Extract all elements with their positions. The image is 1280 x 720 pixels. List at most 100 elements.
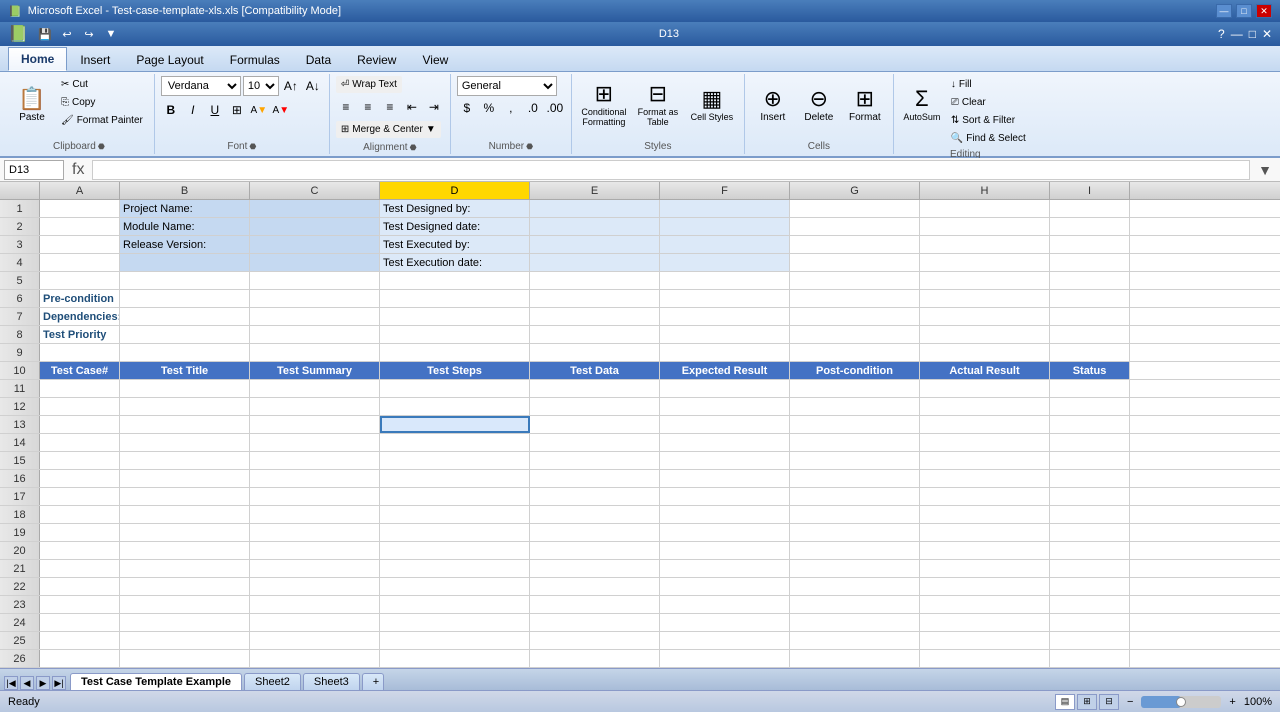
cell-22-G[interactable] xyxy=(790,578,920,595)
percent-button[interactable]: % xyxy=(479,98,499,118)
cell-4-C[interactable] xyxy=(250,254,380,271)
cell-11-F[interactable] xyxy=(660,380,790,397)
row-number[interactable]: 9 xyxy=(0,344,40,361)
add-sheet-button[interactable]: + xyxy=(362,673,384,690)
cell-19-D[interactable] xyxy=(380,524,530,541)
cell-13-H[interactable] xyxy=(920,416,1050,433)
cell-2-B[interactable]: Module Name: xyxy=(120,218,250,235)
cell-1-H[interactable] xyxy=(920,200,1050,217)
cell-26-C[interactable] xyxy=(250,650,380,667)
cell-19-I[interactable] xyxy=(1050,524,1130,541)
cell-1-C[interactable] xyxy=(250,200,380,217)
cell-25-I[interactable] xyxy=(1050,632,1130,649)
cell-8-E[interactable] xyxy=(530,326,660,343)
cell-10-F[interactable]: Expected Result xyxy=(660,362,790,379)
cell-18-B[interactable] xyxy=(120,506,250,523)
cell-14-B[interactable] xyxy=(120,434,250,451)
cell-17-C[interactable] xyxy=(250,488,380,505)
ribbon-restore-icon[interactable]: □ xyxy=(1249,27,1256,41)
row-number[interactable]: 24 xyxy=(0,614,40,631)
cell-21-G[interactable] xyxy=(790,560,920,577)
cell-22-H[interactable] xyxy=(920,578,1050,595)
row-number[interactable]: 10 xyxy=(0,362,40,379)
cell-6-I[interactable] xyxy=(1050,290,1130,307)
cell-11-C[interactable] xyxy=(250,380,380,397)
cell-6-D[interactable] xyxy=(380,290,530,307)
cell-8-B[interactable] xyxy=(120,326,250,343)
cell-5-E[interactable] xyxy=(530,272,660,289)
cell-9-I[interactable] xyxy=(1050,344,1130,361)
row-number[interactable]: 21 xyxy=(0,560,40,577)
tab-insert[interactable]: Insert xyxy=(67,48,123,71)
cell-20-F[interactable] xyxy=(660,542,790,559)
cell-4-I[interactable] xyxy=(1050,254,1130,271)
sort-filter-button[interactable]: ⇅ Sort & Filter xyxy=(946,112,1031,129)
cell-8-F[interactable] xyxy=(660,326,790,343)
row-number[interactable]: 13 xyxy=(0,416,40,433)
decrease-font-button[interactable]: A↓ xyxy=(303,76,323,96)
cell-15-B[interactable] xyxy=(120,452,250,469)
cell-22-E[interactable] xyxy=(530,578,660,595)
cell-3-F[interactable] xyxy=(660,236,790,253)
number-format-select[interactable]: General xyxy=(457,76,557,96)
tab-data[interactable]: Data xyxy=(293,48,344,71)
cell-15-D[interactable] xyxy=(380,452,530,469)
cell-19-C[interactable] xyxy=(250,524,380,541)
cell-10-D[interactable]: Test Steps xyxy=(380,362,530,379)
cell-4-D[interactable]: Test Execution date: xyxy=(380,254,530,271)
cell-6-B[interactable] xyxy=(120,290,250,307)
ribbon-close-icon[interactable]: ✕ xyxy=(1262,27,1272,41)
cell-6-F[interactable] xyxy=(660,290,790,307)
row-number[interactable]: 15 xyxy=(0,452,40,469)
cell-25-G[interactable] xyxy=(790,632,920,649)
last-sheet-button[interactable]: ▶| xyxy=(52,676,66,690)
cell-2-C[interactable] xyxy=(250,218,380,235)
cell-2-F[interactable] xyxy=(660,218,790,235)
cell-7-G[interactable] xyxy=(790,308,920,325)
tab-view[interactable]: View xyxy=(409,48,461,71)
cell-2-E[interactable] xyxy=(530,218,660,235)
cell-12-D[interactable] xyxy=(380,398,530,415)
cell-25-B[interactable] xyxy=(120,632,250,649)
cell-25-C[interactable] xyxy=(250,632,380,649)
tab-formulas[interactable]: Formulas xyxy=(217,48,293,71)
cell-19-H[interactable] xyxy=(920,524,1050,541)
cell-20-I[interactable] xyxy=(1050,542,1130,559)
cell-13-F[interactable] xyxy=(660,416,790,433)
cell-12-B[interactable] xyxy=(120,398,250,415)
first-sheet-button[interactable]: |◀ xyxy=(4,676,18,690)
cell-17-H[interactable] xyxy=(920,488,1050,505)
cell-17-G[interactable] xyxy=(790,488,920,505)
cell-12-A[interactable] xyxy=(40,398,120,415)
cell-2-D[interactable]: Test Designed date: xyxy=(380,218,530,235)
minimize-button[interactable]: — xyxy=(1216,4,1232,18)
cell-8-D[interactable] xyxy=(380,326,530,343)
cell-24-E[interactable] xyxy=(530,614,660,631)
font-expand-icon[interactable]: ⬣ xyxy=(249,142,256,151)
cell-10-A[interactable]: Test Case# xyxy=(40,362,120,379)
cell-24-G[interactable] xyxy=(790,614,920,631)
row-number[interactable]: 18 xyxy=(0,506,40,523)
underline-button[interactable]: U xyxy=(205,100,225,120)
delete-button[interactable]: ⊖ Delete xyxy=(797,76,841,134)
cell-7-B[interactable] xyxy=(120,308,250,325)
cell-20-C[interactable] xyxy=(250,542,380,559)
cell-14-E[interactable] xyxy=(530,434,660,451)
row-number[interactable]: 3 xyxy=(0,236,40,253)
row-number[interactable]: 22 xyxy=(0,578,40,595)
cell-4-E[interactable] xyxy=(530,254,660,271)
cell-23-H[interactable] xyxy=(920,596,1050,613)
cell-16-D[interactable] xyxy=(380,470,530,487)
cell-12-C[interactable] xyxy=(250,398,380,415)
find-select-button[interactable]: 🔍 Find & Select xyxy=(946,130,1031,147)
cell-21-I[interactable] xyxy=(1050,560,1130,577)
cell-9-C[interactable] xyxy=(250,344,380,361)
format-painter-button[interactable]: 🖌 Format Painter xyxy=(56,112,148,129)
cell-16-B[interactable] xyxy=(120,470,250,487)
cell-13-G[interactable] xyxy=(790,416,920,433)
cell-5-F[interactable] xyxy=(660,272,790,289)
cell-6-A[interactable]: Pre-condition xyxy=(40,290,120,307)
cell-21-H[interactable] xyxy=(920,560,1050,577)
cell-7-H[interactable] xyxy=(920,308,1050,325)
cell-15-C[interactable] xyxy=(250,452,380,469)
